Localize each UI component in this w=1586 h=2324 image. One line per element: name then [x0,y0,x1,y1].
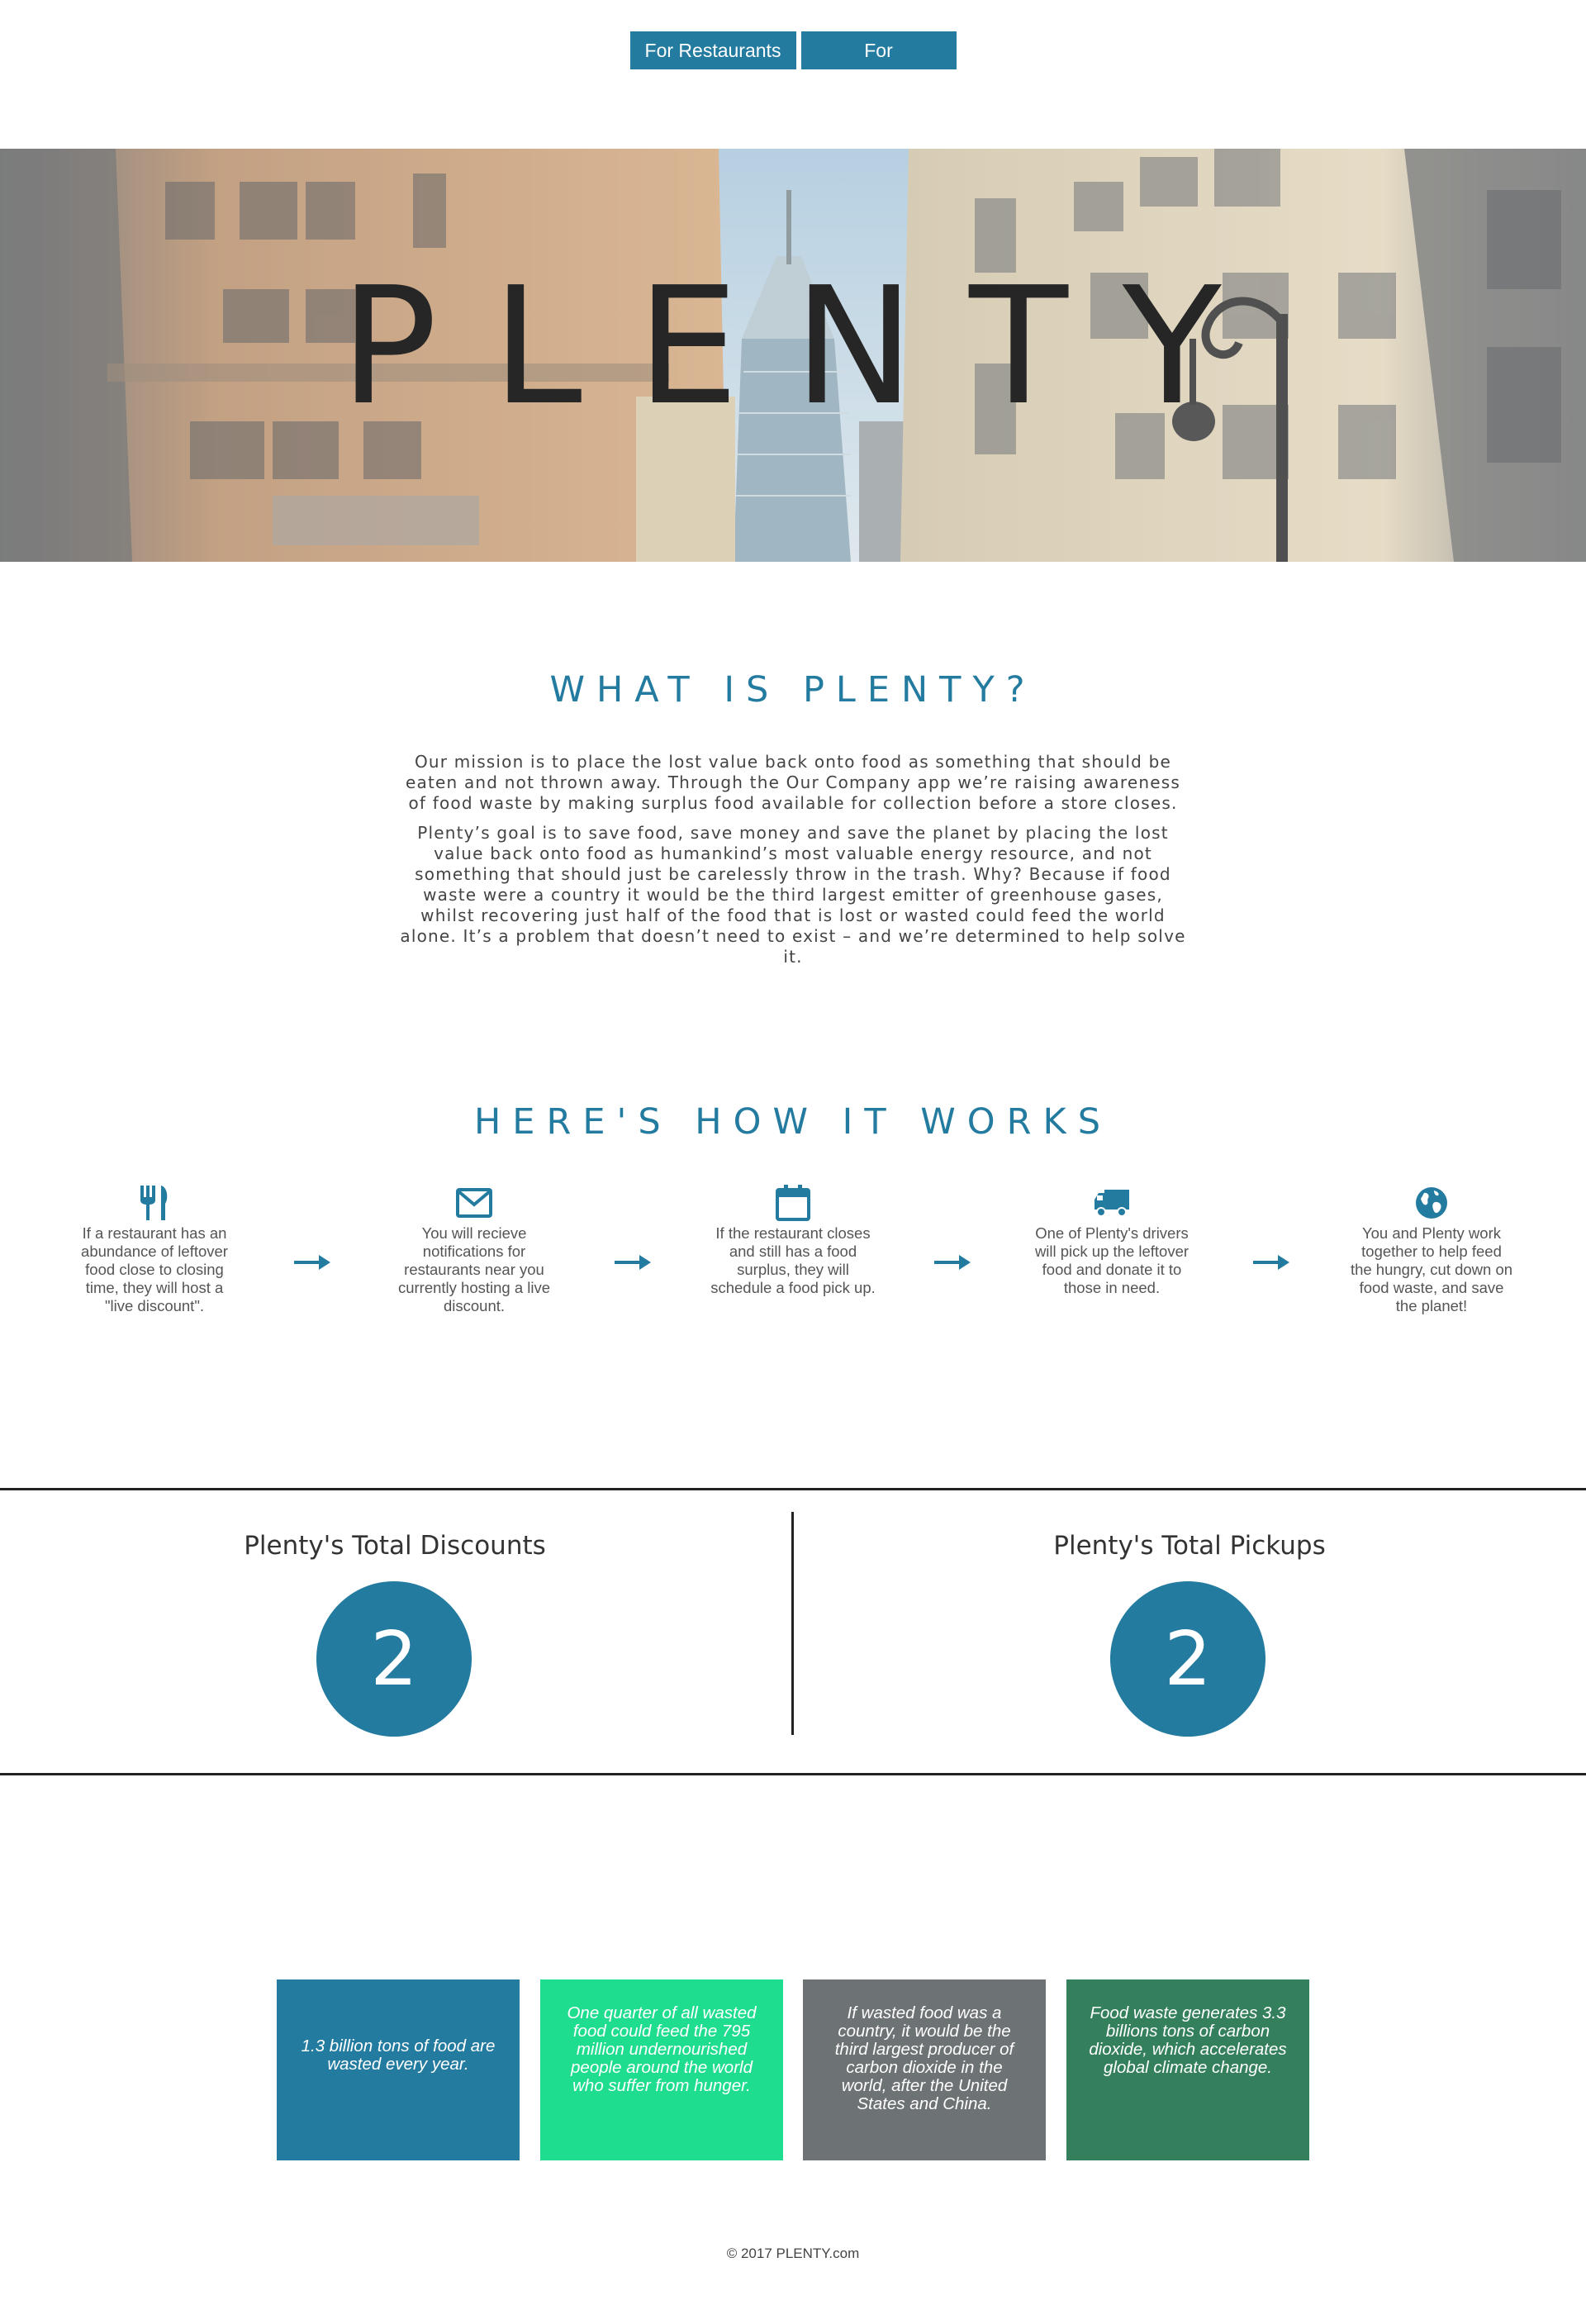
truck-icon [1029,1183,1194,1223]
total-pickups-label: Plenty's Total Pickups [1053,1531,1326,1561]
fact-text: If wasted food was a country, it would b… [834,2003,1014,2113]
for-restaurants-button[interactable]: For Restaurants [629,31,796,69]
hero-title: PLENTY [340,253,1276,441]
fact-card: One quarter of all wasted food could fee… [540,1979,783,2160]
utensils-icon [72,1183,237,1223]
arrow-right-icon [1253,1255,1289,1270]
step-1: If a restaurant has an abundance of left… [72,1183,237,1315]
top-nav: For Restaurants For Customers [0,31,1586,99]
stats-bottom-divider [0,1773,1586,1775]
how-it-works-title: HERE'S HOW IT WORKS [473,1101,1113,1143]
hero-banner: PLENTY [0,149,1586,562]
step-3: If the restaurant closes and still has a… [710,1183,876,1297]
about-text: Our mission is to place the lost value b… [400,752,1186,977]
footer-copyright: © 2017 PLENTY.com [726,2246,860,2261]
arrow-right-icon [294,1255,330,1270]
arrow-right-icon [934,1255,971,1270]
step-text: One of Plenty's drivers will pick up the… [1034,1224,1190,1296]
step-4: One of Plenty's drivers will pick up the… [1029,1183,1194,1297]
for-customers-button[interactable]: For Customers [800,31,957,99]
fact-card: Food waste generates 3.3 billions tons o… [1066,1979,1309,2160]
fact-card: If wasted food was a country, it would b… [803,1979,1046,2160]
calendar-icon [710,1183,876,1223]
globe-icon [1349,1183,1514,1223]
fact-text: One quarter of all wasted food could fee… [567,2003,757,2095]
fact-text: Food waste generates 3.3 billions tons o… [1089,2003,1287,2077]
total-discounts-label: Plenty's Total Discounts [244,1531,546,1561]
stats-vertical-divider [791,1512,794,1735]
how-it-works-steps: If a restaurant has an abundance of left… [0,1183,1586,1332]
fact-card: 1.3 billion tons of food are wasted ever… [277,1979,520,2160]
step-5: You and Plenty work together to help fee… [1349,1183,1514,1315]
total-pickups-count: 2 [1110,1581,1265,1737]
total-discounts-count: 2 [316,1581,472,1737]
step-text: If a restaurant has an abundance of left… [81,1224,228,1314]
envelope-icon [392,1183,557,1223]
step-text: If the restaurant closes and still has a… [710,1224,876,1296]
arrow-right-icon [615,1255,651,1270]
about-paragraph: Plenty’s goal is to save food, save mone… [400,823,1186,967]
about-title: WHAT IS PLENTY? [549,669,1037,711]
stats-top-divider [0,1488,1586,1490]
step-2: You will recieve notifications for resta… [392,1183,557,1315]
step-text: You and Plenty work together to help fee… [1350,1224,1513,1314]
step-text: You will recieve notifications for resta… [397,1224,551,1314]
fact-text: 1.3 billion tons of food are wasted ever… [301,2036,496,2074]
about-paragraph: Our mission is to place the lost value b… [406,752,1180,813]
